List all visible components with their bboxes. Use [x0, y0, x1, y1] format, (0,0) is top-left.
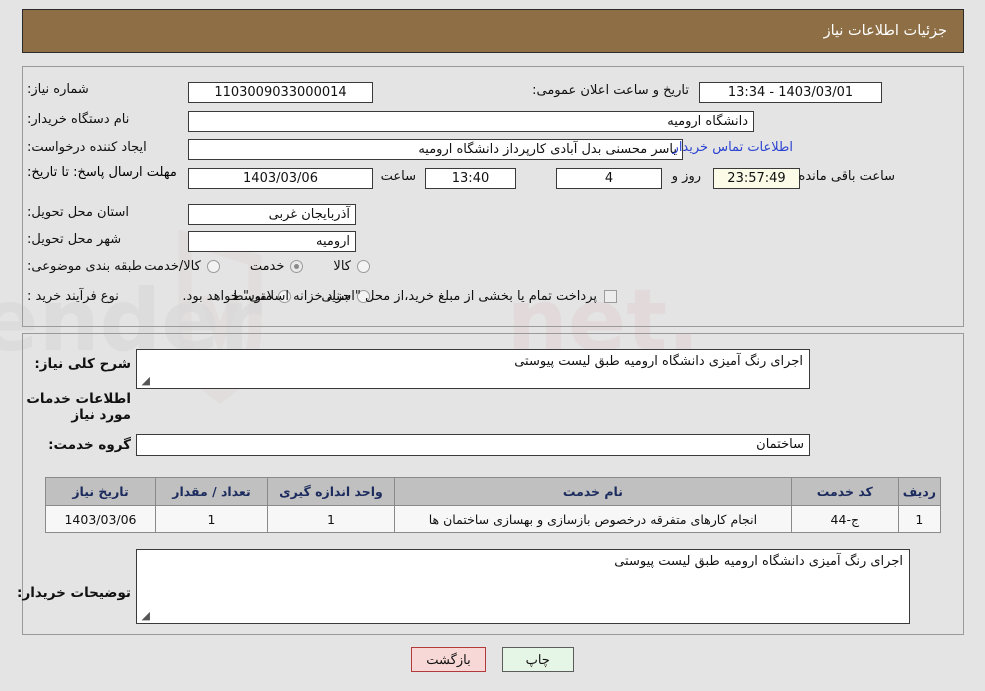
creator-value: یاسر محسنی بدل آبادی کارپرداز دانشگاه ار…: [188, 139, 683, 160]
province-label: استان محل تحویل:: [27, 205, 129, 220]
radio-kala-khedmat-icon[interactable]: [206, 260, 220, 273]
province-row: استان محل تحویل:: [21, 205, 183, 220]
th-name: نام خدمت: [394, 477, 792, 506]
radio-option-khedmat[interactable]: خدمت: [250, 259, 304, 274]
cell-name: انجام کارهای متفرقه درخصوص بازسازی و بهس…: [394, 505, 792, 533]
deadline-label: مهلت ارسال پاسخ: تا تاریخ:: [27, 165, 177, 180]
deadline-time: 13:40: [425, 168, 516, 189]
need-number-value: 1103009033000014: [188, 82, 373, 103]
days-unit-label: روز و: [671, 169, 701, 184]
days-remaining-value: 4: [556, 168, 662, 189]
footer-button-row: بازگشت چاپ: [0, 647, 985, 672]
need-number-label: شماره نیاز:: [27, 82, 89, 97]
radio-option-kala-khedmat[interactable]: کالا/خدمت: [144, 259, 220, 274]
buyer-org-value: دانشگاه ارومیه: [188, 111, 754, 132]
deadline-date: 1403/03/06: [188, 168, 373, 189]
services-section-title: اطلاعات خدمات مورد نیاز: [26, 391, 131, 423]
countdown-timer: 23:57:49: [713, 168, 800, 189]
buyer-notes-label: توضیحات خریدار:: [17, 585, 131, 601]
buyer-org-label: نام دستگاه خریدار:: [27, 112, 130, 127]
treasury-checkbox-row[interactable]: پرداخت تمام یا بخشی از مبلغ خرید،از محل …: [182, 289, 617, 304]
buyer-notes-value: اجرای رنگ آمیزی دانشگاه ارومیه طبق لیست …: [614, 554, 903, 569]
city-value: ارومیه: [188, 231, 356, 252]
announcement-datetime: 1403/03/01 - 13:34: [699, 82, 882, 103]
cell-quantity: 1: [155, 505, 268, 533]
resize-grip-icon-notes[interactable]: ◢: [140, 610, 150, 621]
service-group-label: گروه خدمت:: [48, 437, 131, 453]
hour-label: ساعت: [380, 169, 416, 184]
treasury-checkbox-label: پرداخت تمام یا بخشی از مبلغ خرید،از محل …: [182, 289, 597, 304]
province-value: آذربایجان غربی: [188, 204, 356, 225]
radio-kala-icon[interactable]: [357, 260, 370, 273]
need-number-row: شماره نیاز:: [21, 82, 183, 97]
th-quantity: تعداد / مقدار: [155, 477, 268, 506]
service-group-value: ساختمان: [136, 434, 810, 456]
th-date: تاریخ نیاز: [45, 477, 156, 506]
cell-unit: 1: [267, 505, 395, 533]
city-label: شهر محل تحویل:: [27, 232, 122, 247]
table-header-row: ردیف کد خدمت نام خدمت واحد اندازه گیری ت…: [45, 477, 942, 506]
th-code: کد خدمت: [790, 477, 899, 506]
services-table: ردیف کد خدمت نام خدمت واحد اندازه گیری ت…: [45, 477, 942, 533]
cell-date: 1403/03/06: [45, 505, 156, 533]
resize-grip-icon[interactable]: ◢: [140, 375, 150, 386]
radio-kala-khedmat-label: کالا/خدمت: [144, 259, 201, 274]
city-row: شهر محل تحویل:: [21, 232, 183, 247]
radio-khedmat-icon[interactable]: [290, 260, 304, 273]
general-description-value: اجرای رنگ آمیزی دانشگاه ارومیه طبق لیست …: [514, 354, 803, 369]
radio-khedmat-label: خدمت: [249, 259, 285, 274]
cell-code: ج-44: [790, 505, 899, 533]
page-title: جزئیات اطلاعات نیاز: [823, 23, 947, 39]
process-row: نوع فرآیند خرید :: [21, 289, 183, 304]
category-options: کالا خدمت کالا/خدمت: [144, 259, 370, 274]
creator-label: ایجاد کننده درخواست:: [27, 140, 147, 155]
table-row: 1 ج-44 انجام کارهای متفرقه درخصوص بازساز…: [45, 505, 942, 533]
countdown-suffix-label: ساعت باقی مانده: [798, 169, 895, 184]
announcement-label: تاریخ و ساعت اعلان عمومی:: [532, 83, 689, 98]
creator-row: ایجاد کننده درخواست:: [21, 140, 183, 155]
general-description-textarea[interactable]: اجرای رنگ آمیزی دانشگاه ارومیه طبق لیست …: [136, 349, 810, 389]
buyer-contact-link[interactable]: اطلاعات تماس خریدار: [673, 140, 793, 155]
th-row: ردیف: [897, 477, 942, 506]
buyer-org-row: نام دستگاه خریدار:: [21, 112, 183, 127]
radio-option-kala[interactable]: کالا: [333, 259, 370, 274]
th-unit: واحد اندازه گیری: [267, 477, 395, 506]
radio-kala-label: کالا: [333, 259, 351, 274]
print-button[interactable]: چاپ: [501, 647, 574, 672]
buyer-notes-textarea[interactable]: اجرای رنگ آمیزی دانشگاه ارومیه طبق لیست …: [136, 549, 910, 624]
page-header: جزئیات اطلاعات نیاز: [22, 9, 964, 53]
treasury-checkbox-icon[interactable]: [604, 290, 617, 303]
back-button[interactable]: بازگشت: [411, 647, 486, 672]
need-info-panel: [22, 66, 964, 327]
process-label: نوع فرآیند خرید :: [27, 289, 119, 304]
general-description-label: شرح کلی نیاز:: [34, 356, 131, 372]
cell-row: 1: [897, 505, 942, 533]
